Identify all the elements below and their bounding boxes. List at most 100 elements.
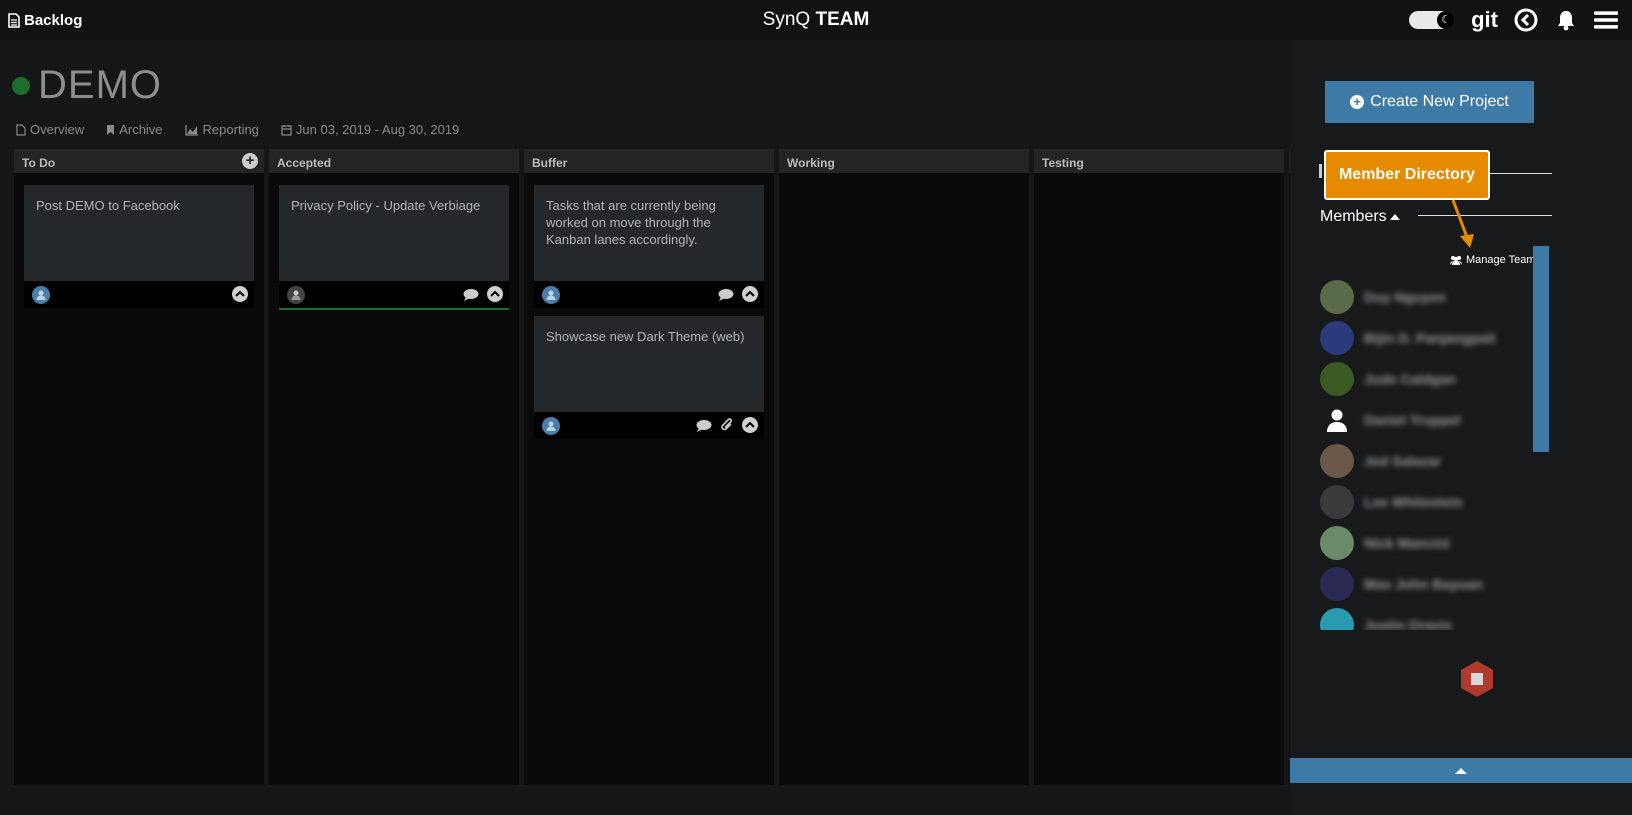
avatar xyxy=(1320,525,1354,560)
member-item[interactable]: Daniel Truppel xyxy=(1320,399,1530,440)
stop-recording-icon[interactable] xyxy=(1459,660,1495,698)
archive-link[interactable]: Archive xyxy=(106,122,163,137)
user-avatar[interactable] xyxy=(542,285,560,304)
member-item[interactable]: Jed Salazar xyxy=(1320,440,1530,481)
card-actions xyxy=(718,286,758,302)
member-name: Bijin D. Panjangpati xyxy=(1364,329,1496,346)
member-item[interactable]: Bijin D. Panjangpati xyxy=(1320,317,1530,358)
calendar-icon xyxy=(281,124,292,136)
member-name: Jed Salazar xyxy=(1364,452,1442,469)
member-item[interactable]: Nick Mancini xyxy=(1320,522,1530,563)
project-status-dot xyxy=(12,76,30,95)
date-range-label: Jun 03, 2019 - Aug 30, 2019 xyxy=(295,122,460,137)
lanes: To Do + Post DEMO to Facebook Accepted P… xyxy=(14,149,1349,785)
chevron-up-icon[interactable] xyxy=(487,286,503,302)
archive-label: Archive xyxy=(119,122,163,137)
card-footer xyxy=(279,281,509,308)
kanban-board: DEMO Overview Archive Reporting Jun 03, … xyxy=(0,40,1349,815)
users-icon xyxy=(1450,256,1462,265)
comment-icon[interactable] xyxy=(696,419,712,432)
divider xyxy=(1490,173,1552,174)
paperclip-icon[interactable] xyxy=(720,418,734,432)
caret-up-icon xyxy=(1389,214,1400,220)
avatar xyxy=(1320,320,1354,355)
top-icons: ☾ git xyxy=(1409,8,1618,32)
member-item[interactable]: Jude Caldgan xyxy=(1320,358,1530,399)
lane-header: Buffer xyxy=(524,149,774,173)
member-directory-tooltip[interactable]: Member Directory xyxy=(1324,150,1490,200)
pointer-arrow-icon xyxy=(1451,199,1474,248)
overview-label: Overview xyxy=(30,122,85,137)
add-card-icon[interactable]: + xyxy=(242,153,258,169)
members-label: Members xyxy=(1320,208,1387,225)
card[interactable]: Privacy Policy - Update Verbiage xyxy=(279,185,509,310)
hamburger-menu-icon[interactable] xyxy=(1594,8,1618,32)
comment-icon[interactable] xyxy=(718,288,734,301)
card[interactable]: Post DEMO to Facebook xyxy=(24,185,254,308)
member-name: Nick Mancini xyxy=(1364,534,1450,551)
top-bar: Backlog SynQ TEAM ☾ git xyxy=(0,0,1632,40)
card-footer xyxy=(534,412,764,439)
lane-todo: To Do + Post DEMO to Facebook xyxy=(14,149,264,785)
members-scrollbar[interactable] xyxy=(1533,246,1549,452)
user-avatar[interactable] xyxy=(32,285,50,304)
user-avatar[interactable] xyxy=(287,285,305,304)
bell-icon[interactable] xyxy=(1554,8,1578,32)
reporting-link[interactable]: Reporting xyxy=(184,122,259,137)
avatar xyxy=(1320,484,1354,519)
lane-testing: Testing xyxy=(1034,149,1284,785)
member-item[interactable]: Duy Nguyen xyxy=(1320,276,1530,317)
area-chart-icon xyxy=(184,124,198,136)
app-brand: SynQ TEAM xyxy=(0,9,1632,31)
card[interactable]: Tasks that are currently being worked on… xyxy=(534,185,764,308)
caret-up-icon xyxy=(1455,767,1467,774)
document-icon xyxy=(16,123,26,136)
brand-light: SynQ xyxy=(762,9,811,30)
lane-title: Buffer xyxy=(532,156,568,170)
members-toggle[interactable]: Members xyxy=(1320,208,1400,226)
member-name: Max John Bayuan xyxy=(1364,575,1484,592)
plus-circle-icon: + xyxy=(1350,95,1365,109)
user-silhouette-icon xyxy=(1327,409,1347,432)
sidebar-collapse-bar[interactable] xyxy=(1290,758,1632,783)
card-title: Privacy Policy - Update Verbiage xyxy=(291,198,481,213)
card-actions xyxy=(696,417,758,433)
lane-header: Working xyxy=(779,149,1029,173)
overview-link[interactable]: Overview xyxy=(16,122,84,137)
reporting-label: Reporting xyxy=(202,122,259,137)
moon-icon: ☾ xyxy=(1437,11,1456,29)
chevron-up-icon[interactable] xyxy=(232,286,248,302)
member-name: Lee Whitestein xyxy=(1364,493,1463,510)
dark-mode-toggle[interactable]: ☾ xyxy=(1409,11,1456,29)
avatar xyxy=(1320,607,1354,630)
lane-title: Testing xyxy=(1042,156,1084,170)
chevron-up-icon[interactable] xyxy=(742,286,758,302)
avatar xyxy=(1320,402,1354,437)
member-item[interactable]: Justin Dravis xyxy=(1320,604,1530,630)
lane-accepted: Accepted Privacy Policy - Update Verbiag… xyxy=(269,149,519,785)
refresh-logo-icon[interactable] xyxy=(1514,8,1538,32)
manage-team-link[interactable]: Manage Team xyxy=(1449,254,1536,266)
member-name: Jude Caldgan xyxy=(1364,370,1456,387)
lane-working: Working xyxy=(779,149,1029,785)
card[interactable]: Showcase new Dark Theme (web) xyxy=(534,316,764,439)
member-name: Daniel Truppel xyxy=(1364,411,1461,428)
create-new-project-button[interactable]: + Create New Project xyxy=(1325,81,1534,123)
git-icon[interactable]: git xyxy=(1471,8,1498,32)
chevron-up-icon[interactable] xyxy=(742,417,758,433)
comment-icon[interactable] xyxy=(463,288,479,301)
member-name: Justin Dravis xyxy=(1364,616,1452,631)
member-item[interactable]: Lee Whitestein xyxy=(1320,481,1530,522)
project-name: DEMO xyxy=(38,63,162,107)
card-title: Post DEMO to Facebook xyxy=(36,198,180,213)
hidden-label-fragment xyxy=(1319,164,1322,178)
lane-header: To Do + xyxy=(14,149,264,173)
user-avatar[interactable] xyxy=(542,416,560,435)
card-actions xyxy=(463,286,503,302)
lane-title: To Do xyxy=(22,156,56,170)
member-item[interactable]: Max John Bayuan xyxy=(1320,563,1530,604)
project-subnav: Overview Archive Reporting Jun 03, 2019 … xyxy=(16,122,459,137)
brand-bold: TEAM xyxy=(815,9,870,30)
project-title: DEMO xyxy=(12,63,162,108)
lane-header: Accepted xyxy=(269,149,519,173)
